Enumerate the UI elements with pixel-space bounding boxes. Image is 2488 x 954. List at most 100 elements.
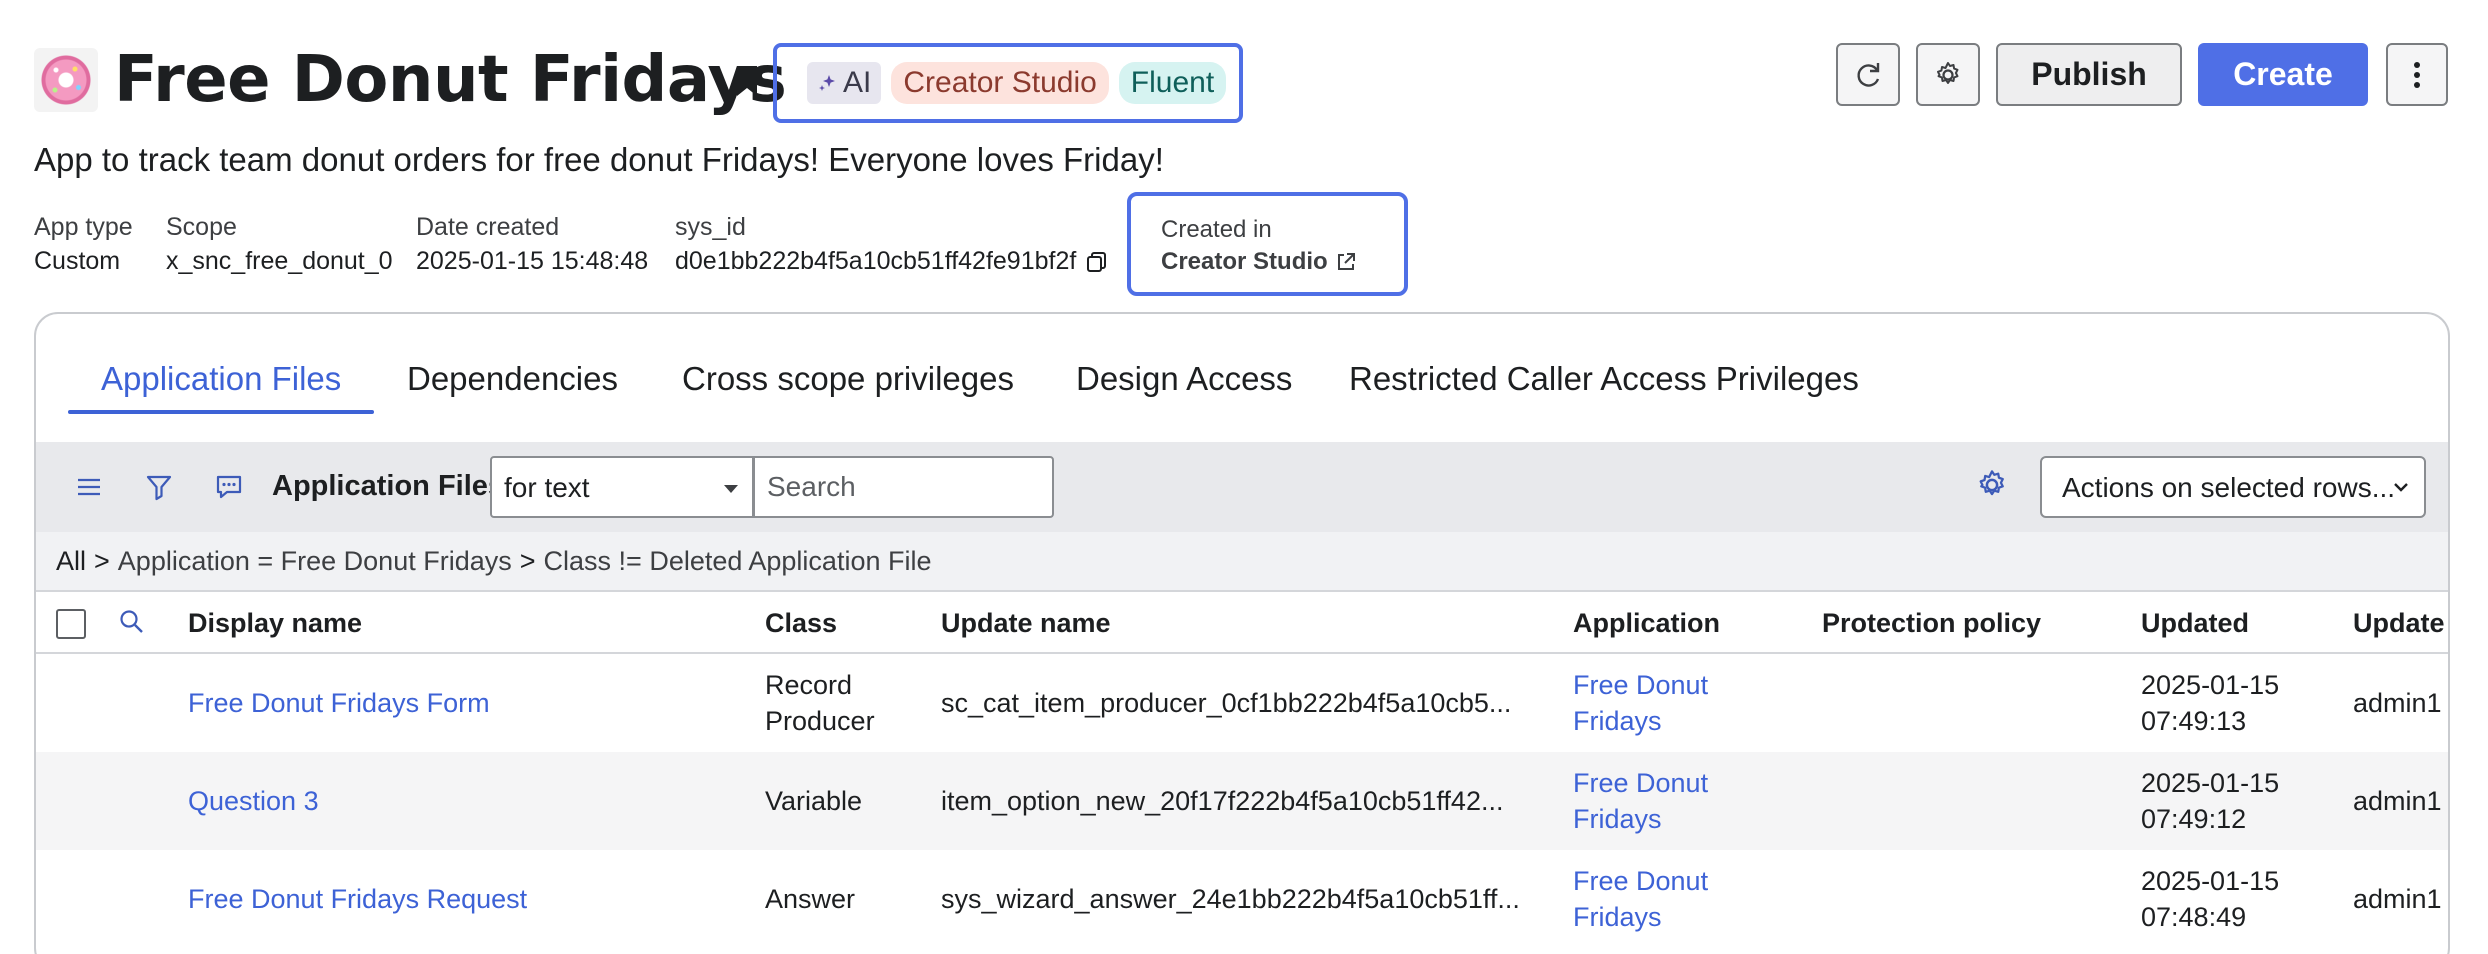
cell-update-name: sys_wizard_answer_24e1bb222b4f5a10cb51ff… — [941, 884, 1520, 914]
tab-restricted-caller-access[interactable]: Restricted Caller Access Privileges — [1349, 354, 1859, 404]
tab-application-files[interactable]: Application Files — [101, 354, 341, 404]
app-tags: AI Creator Studio Fluent — [773, 43, 1243, 123]
more-vertical-icon — [2414, 61, 2420, 88]
table-row: Question 3 Variable item_option_new_20f1… — [36, 752, 2448, 850]
meta-label: Date created — [416, 213, 560, 241]
breadcrumb: All > Application = Free Donut Fridays > Cla… — [36, 532, 2448, 590]
cell-application-line: Free Donut — [1573, 768, 1709, 798]
search-icon[interactable] — [118, 608, 146, 636]
cell-class: Record Producer — [765, 667, 875, 739]
search-input[interactable] — [753, 456, 1054, 518]
column-display-name[interactable]: Display name — [188, 606, 362, 640]
filter-icon — [146, 475, 172, 501]
breadcrumb-all[interactable]: All — [56, 546, 86, 576]
cell-class-line: Producer — [765, 706, 875, 736]
meta-sys-id: sys_id d0e1bb222b4f5a10cb51ff42fe91bf2f — [675, 210, 1108, 278]
create-button[interactable]: Create — [2198, 43, 2368, 106]
cell-application[interactable]: Free Donut Fridays — [1573, 863, 1708, 935]
cell-updated-by: admin1 — [2353, 884, 2442, 914]
tab-cross-scope-privileges[interactable]: Cross scope privileges — [682, 354, 1014, 404]
breadcrumb-filter-application[interactable]: Application = Free Donut Fridays — [118, 546, 512, 576]
app-icon — [34, 48, 98, 112]
list-settings-gear-icon[interactable] — [1975, 468, 2009, 502]
comments-button[interactable] — [212, 470, 246, 504]
gear-icon — [1937, 61, 1959, 84]
tag-creator-studio: Creator Studio — [891, 62, 1109, 104]
bookmark-icon[interactable] — [735, 66, 759, 96]
tag-ai: AI — [807, 62, 882, 104]
meta-value: x_snc_free_donut_0 — [166, 247, 393, 275]
filter-button[interactable] — [142, 470, 176, 504]
meta-scope: Scope x_snc_free_donut_0 — [166, 210, 393, 278]
meta-label: sys_id — [675, 213, 746, 241]
cell-display-name[interactable]: Free Donut Fridays Request — [188, 881, 527, 917]
meta-label: App type — [34, 213, 133, 241]
table-row: Free Donut Fridays Request Answer sys_wi… — [36, 850, 2448, 948]
cell-application[interactable]: Free Donut Fridays — [1573, 667, 1708, 739]
cell-application-line: Fridays — [1573, 706, 1662, 736]
cell-class: Answer — [765, 884, 856, 914]
meta-value: 2025-01-15 15:48:48 — [416, 247, 649, 275]
cell-application-line: Free Donut — [1573, 670, 1709, 700]
tab-dependencies[interactable]: Dependencies — [407, 354, 618, 404]
active-tab-indicator — [68, 410, 374, 414]
breadcrumb-separator: > — [94, 546, 110, 576]
cell-application-line: Fridays — [1573, 804, 1662, 834]
cell-application[interactable]: Free Donut Fridays — [1573, 765, 1708, 837]
tag-fluent: Fluent — [1118, 62, 1227, 104]
cell-application-line: Free Donut — [1573, 866, 1709, 896]
refresh-button[interactable] — [1836, 43, 1900, 106]
caret-down-icon — [724, 485, 738, 493]
sys-id-value: d0e1bb222b4f5a10cb51ff42fe91bf2f — [675, 247, 1077, 275]
cell-updated-by: admin1 — [2353, 786, 2442, 816]
cell-class: Variable — [765, 786, 863, 816]
tag-ai-label: AI — [843, 66, 872, 99]
actions-select[interactable]: Actions on selected rows... — [2040, 456, 2426, 518]
cell-display-name[interactable]: Question 3 — [188, 783, 319, 819]
cell-updated: 2025-01-15 07:49:12 — [2141, 765, 2279, 837]
column-updated[interactable]: Updated — [2141, 606, 2249, 640]
created-in: Created in Creator Studio — [1127, 192, 1408, 296]
meta-value: d0e1bb222b4f5a10cb51ff42fe91bf2f — [675, 244, 1108, 278]
cell-update-name: item_option_new_20f17f222b4f5a10cb51ff42… — [941, 786, 1504, 816]
external-link-icon — [1337, 253, 1355, 270]
select-all-checkbox[interactable] — [56, 609, 86, 639]
column-application[interactable]: Application — [1573, 606, 1720, 640]
cell-application-line: Fridays — [1573, 902, 1662, 932]
chevron-down-icon — [2394, 483, 2408, 492]
actions-label: Actions on selected rows... — [2062, 472, 2396, 503]
meta-value: Custom — [34, 247, 121, 275]
table-header: Display name Class Update name Applicati… — [36, 590, 2448, 654]
cell-updated-time: 07:49:12 — [2141, 804, 2247, 834]
cell-updated: 2025-01-15 07:48:49 — [2141, 863, 2279, 935]
publish-button[interactable]: Publish — [1996, 43, 2182, 106]
cell-updated-time: 07:49:13 — [2141, 706, 2247, 736]
cell-update-name: sc_cat_item_producer_0cf1bb222b4f5a10cb5… — [941, 688, 1512, 718]
sparkle-icon — [819, 75, 835, 91]
cell-class-line: Record — [765, 670, 853, 700]
column-class[interactable]: Class — [765, 606, 837, 640]
created-in-link[interactable]: Creator Studio — [1161, 246, 1404, 278]
search-field-select[interactable]: for text — [490, 456, 754, 518]
tab-design-access[interactable]: Design Access — [1076, 354, 1292, 404]
cell-display-name[interactable]: Free Donut Fridays Form — [188, 685, 490, 721]
created-in-label: Created in — [1161, 216, 1272, 243]
meta-label: Scope — [166, 213, 237, 241]
cell-updated-by: admin1 — [2353, 688, 2442, 718]
column-protection-policy[interactable]: Protection policy — [1822, 606, 2041, 640]
application-card: Application Files Dependencies Cross sco… — [34, 312, 2450, 954]
breadcrumb-filter-class[interactable]: Class != Deleted Application File — [544, 546, 932, 576]
column-updated-by[interactable]: Update — [2353, 606, 2445, 640]
cell-updated: 2025-01-15 07:49:13 — [2141, 667, 2279, 739]
meta-app-type: App type Custom — [34, 210, 133, 278]
more-options-button[interactable] — [2386, 43, 2448, 106]
hamburger-icon — [78, 478, 100, 496]
settings-button[interactable] — [1916, 43, 1980, 106]
donut-icon — [41, 55, 91, 105]
app-description: App to track team donut orders for free … — [34, 141, 1164, 178]
column-update-name[interactable]: Update name — [941, 606, 1111, 640]
breadcrumb-separator: > — [519, 546, 536, 576]
copy-icon[interactable] — [1086, 251, 1108, 273]
page-title: Free Donut Fridays — [114, 43, 787, 117]
list-menu-button[interactable] — [72, 470, 106, 504]
